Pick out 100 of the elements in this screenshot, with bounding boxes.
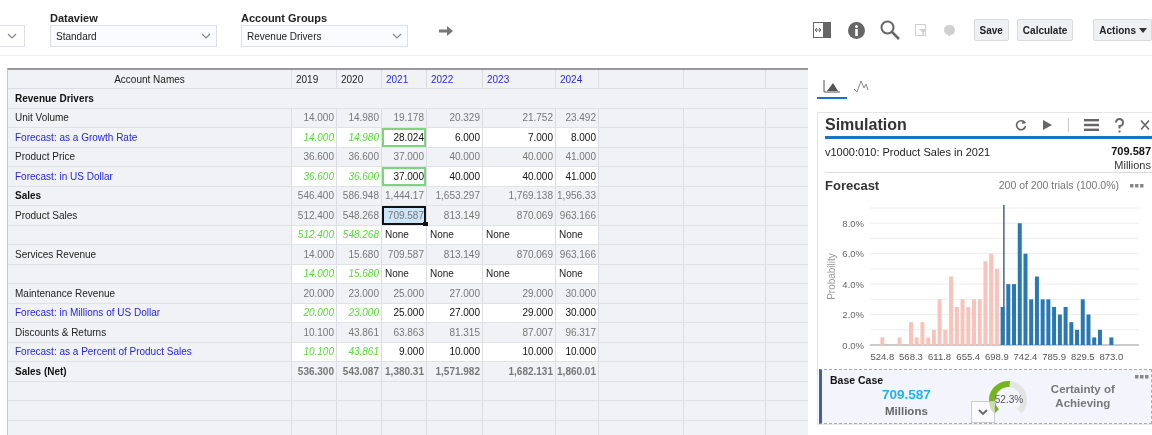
column-header[interactable]: 2021 (382, 70, 427, 88)
unit-label: Millions (885, 404, 928, 419)
table-cell[interactable]: 40.000 (483, 167, 556, 186)
table-cell[interactable]: 28.024 (382, 128, 427, 147)
table-cell[interactable]: 7.000 (483, 128, 556, 147)
x-tick-label: 829.5 (1070, 351, 1095, 362)
table-cell[interactable]: 96.317 (556, 323, 599, 342)
table-cell[interactable]: 20.329 (427, 108, 483, 127)
x-tick-label: 568.3 (899, 351, 923, 362)
row-label: Services Revenue (15, 247, 97, 262)
column-header[interactable]: 2024 (556, 70, 599, 88)
table-cell[interactable]: 1,653.297 (427, 186, 483, 205)
table-cell[interactable]: 870.069 (483, 206, 556, 225)
table-cell[interactable]: 25.000 (382, 284, 427, 303)
dropdown[interactable]: Revenue Drivers (241, 25, 408, 47)
table-cell[interactable]: 36.600 (292, 147, 337, 166)
table-cell[interactable]: 1,380.31 (382, 362, 427, 381)
table-cell[interactable]: 813.149 (427, 206, 483, 225)
table-cell[interactable]: 813.149 (427, 245, 483, 264)
toolbar-button[interactable]: Calculate (1016, 19, 1074, 41)
table-cell[interactable]: 23.000 (337, 284, 382, 303)
filter-label: Dataview (50, 12, 99, 25)
table-cell[interactable]: 81.315 (427, 323, 483, 342)
table-cell[interactable]: 63.863 (382, 323, 427, 342)
column-header[interactable]: Account Names (8, 70, 292, 88)
row-label: Product Price (15, 150, 76, 165)
x-tick-label: 785.9 (1042, 351, 1066, 362)
table-cell[interactable]: 14.000 (292, 108, 337, 127)
table-cell[interactable]: 6.000 (427, 128, 483, 147)
section-title: Forecast (825, 177, 880, 196)
table-cell[interactable]: 1,571.982 (427, 362, 483, 381)
row-label: Discounts & Returns (15, 325, 107, 340)
row-label: Unit Volume (15, 111, 69, 126)
actions-menu-button[interactable]: Actions (1093, 19, 1152, 41)
target-value: 709.587 (1111, 144, 1151, 158)
table-cell[interactable]: 546.400 (292, 186, 337, 205)
x-tick-label: 655.4 (956, 351, 981, 362)
row-label: Revenue Drivers (15, 91, 94, 106)
table-cell[interactable]: 37.000 (382, 167, 427, 186)
table-cell[interactable]: 40.000 (427, 147, 483, 166)
table-cell[interactable]: 21.752 (483, 108, 556, 127)
table-cell[interactable]: 30.000 (556, 284, 599, 303)
certainty-caption: Certainty of Achieving (1049, 382, 1116, 410)
column-header[interactable]: 2022 (427, 70, 483, 88)
table-cell[interactable]: 1,444.17 (382, 186, 427, 205)
table-cell[interactable]: 27.000 (427, 284, 483, 303)
table-cell[interactable]: 29.000 (483, 284, 556, 303)
y-tick-label: 2.0% (842, 309, 864, 321)
table-cell[interactable]: 41.000 (556, 147, 599, 166)
table-cell[interactable]: 536.300 (292, 362, 337, 381)
table-cell[interactable]: 36.600 (337, 147, 382, 166)
y-tick-label: 0.0% (842, 339, 864, 351)
table-cell[interactable]: 20.000 (292, 284, 337, 303)
row-label: Product Sales (15, 208, 78, 223)
row-label: Sales (15, 189, 42, 204)
dropdown[interactable]: Standard (50, 25, 217, 47)
table-cell[interactable]: 41.000 (556, 167, 599, 186)
table-cell[interactable]: 87.007 (483, 323, 556, 342)
table-cell[interactable]: 586.948 (337, 186, 382, 205)
table-cell[interactable]: 14.000 (292, 245, 337, 264)
table-cell[interactable]: 1,682.131 (483, 362, 556, 381)
filter-label: Account Groups (241, 12, 329, 25)
table-cell[interactable]: 15.680 (337, 245, 382, 264)
row-label: Maintenance Revenue (15, 286, 116, 301)
y-axis-label: Probability (826, 253, 837, 300)
column-header[interactable]: 2019 (292, 70, 337, 88)
forecast-link[interactable]: Forecast: as a Percent of Product Sales (15, 344, 192, 360)
table-cell[interactable]: 8.000 (556, 128, 599, 147)
table-cell[interactable]: 709.587 (382, 245, 427, 264)
table-cell[interactable]: 23.492 (556, 108, 599, 127)
table-cell[interactable]: 709.587 (382, 206, 427, 225)
table-cell[interactable]: 14.980 (337, 108, 382, 127)
trials-count: 200 of 200 trials (100.0%) (998, 178, 1119, 194)
table-cell[interactable]: 963.166 (556, 206, 599, 225)
y-tick-label: 8.0% (842, 217, 864, 229)
table-cell[interactable]: 43.861 (337, 323, 382, 342)
row-label: Sales (Net) (15, 364, 67, 379)
table-cell[interactable]: 10.100 (292, 323, 337, 342)
column-header[interactable]: 2023 (483, 70, 556, 88)
forecast-link[interactable]: Forecast: in US Dollar (15, 168, 113, 184)
table-cell[interactable]: 963.166 (556, 245, 599, 264)
table-cell[interactable]: 40.000 (483, 147, 556, 166)
toolbar-button[interactable]: Save (973, 19, 1009, 41)
forecast-link[interactable]: Forecast: as a Growth Rate (15, 129, 138, 145)
gauge-reading: 52.3% (994, 394, 1024, 406)
table-cell[interactable]: 870.069 (483, 245, 556, 264)
x-tick-label: 698.9 (985, 351, 1009, 362)
table-cell[interactable]: 1,956.33 (556, 186, 599, 205)
table-cell[interactable]: 1,860.01 (556, 362, 599, 381)
table-cell[interactable]: 512.400 (292, 206, 337, 225)
x-tick-label: 524.8 (870, 351, 895, 362)
base-case-value: 709.587 (882, 387, 931, 403)
table-cell[interactable]: 40.000 (427, 167, 483, 186)
column-header[interactable]: 2020 (337, 70, 382, 88)
table-cell[interactable]: 37.000 (382, 147, 427, 166)
table-cell[interactable]: 1,769.138 (483, 186, 556, 205)
table-cell[interactable]: 543.087 (337, 362, 382, 381)
table-cell[interactable]: 19.178 (382, 108, 427, 127)
forecast-link[interactable]: Forecast: in Millions of US Dollar (15, 305, 161, 321)
card-title: Base Case (830, 373, 884, 388)
